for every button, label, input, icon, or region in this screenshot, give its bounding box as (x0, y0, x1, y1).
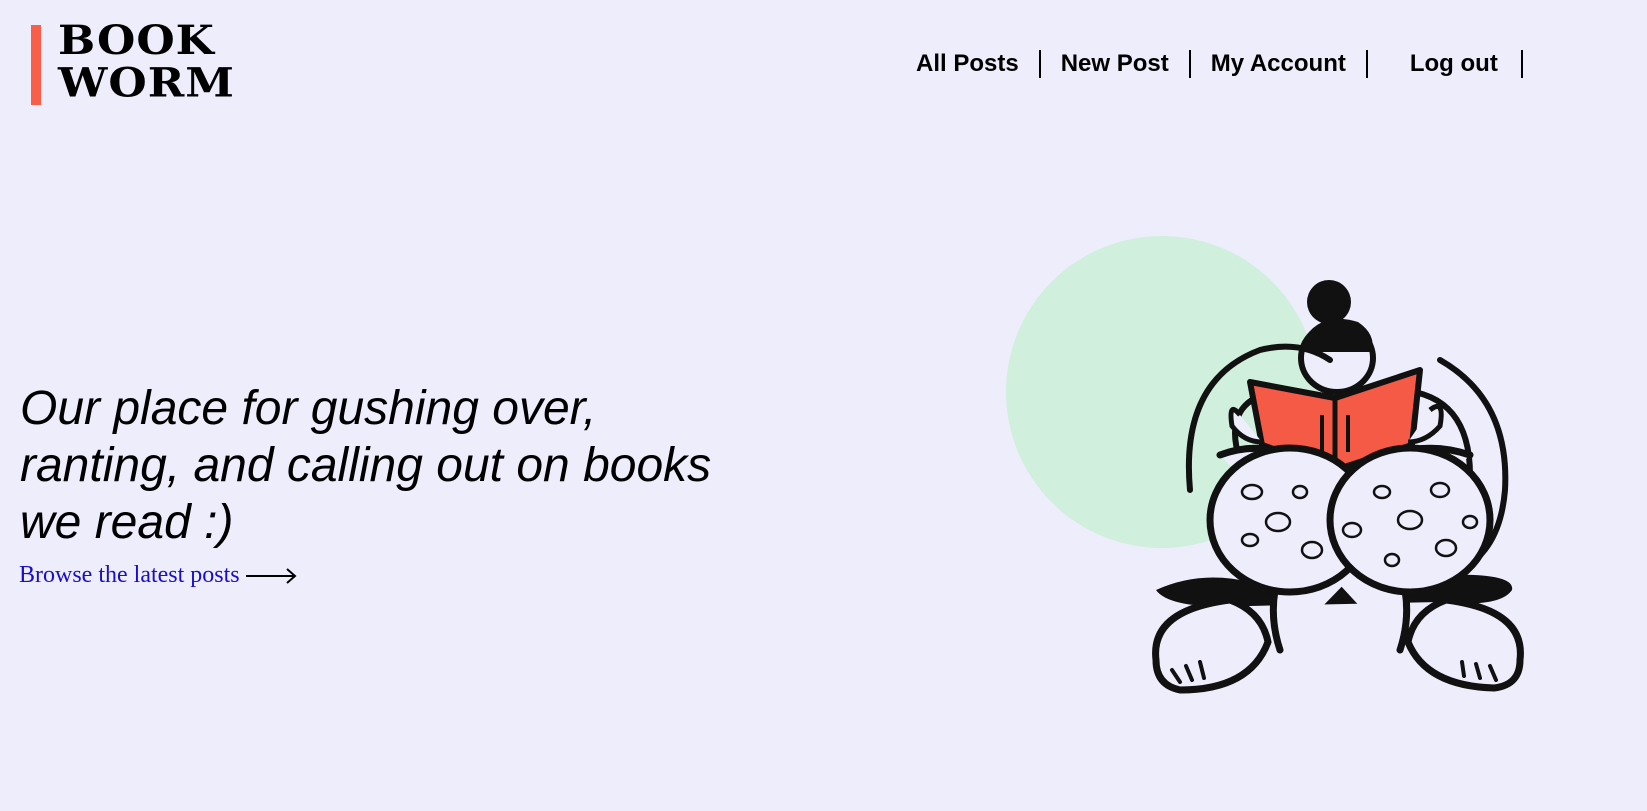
nav-all-posts[interactable]: All Posts (892, 50, 1041, 78)
long-right-arrow-icon (245, 567, 297, 584)
logo-accent-bar (31, 25, 41, 105)
browse-posts-link[interactable]: Browse the latest posts (19, 562, 298, 589)
browse-posts-label: Browse the latest posts (19, 562, 240, 588)
main-nav: All Posts New Post My Account Log out (892, 50, 1523, 78)
hero-headline: Our place for gushing over, ranting, and… (20, 382, 712, 549)
nav-new-post[interactable]: New Post (1041, 50, 1191, 78)
nav-log-out[interactable]: Log out (1368, 50, 1523, 78)
nav-my-account[interactable]: My Account (1191, 50, 1368, 78)
person-reading-illustration (1006, 236, 1524, 694)
logo-text: BOOK WORM (58, 17, 236, 107)
